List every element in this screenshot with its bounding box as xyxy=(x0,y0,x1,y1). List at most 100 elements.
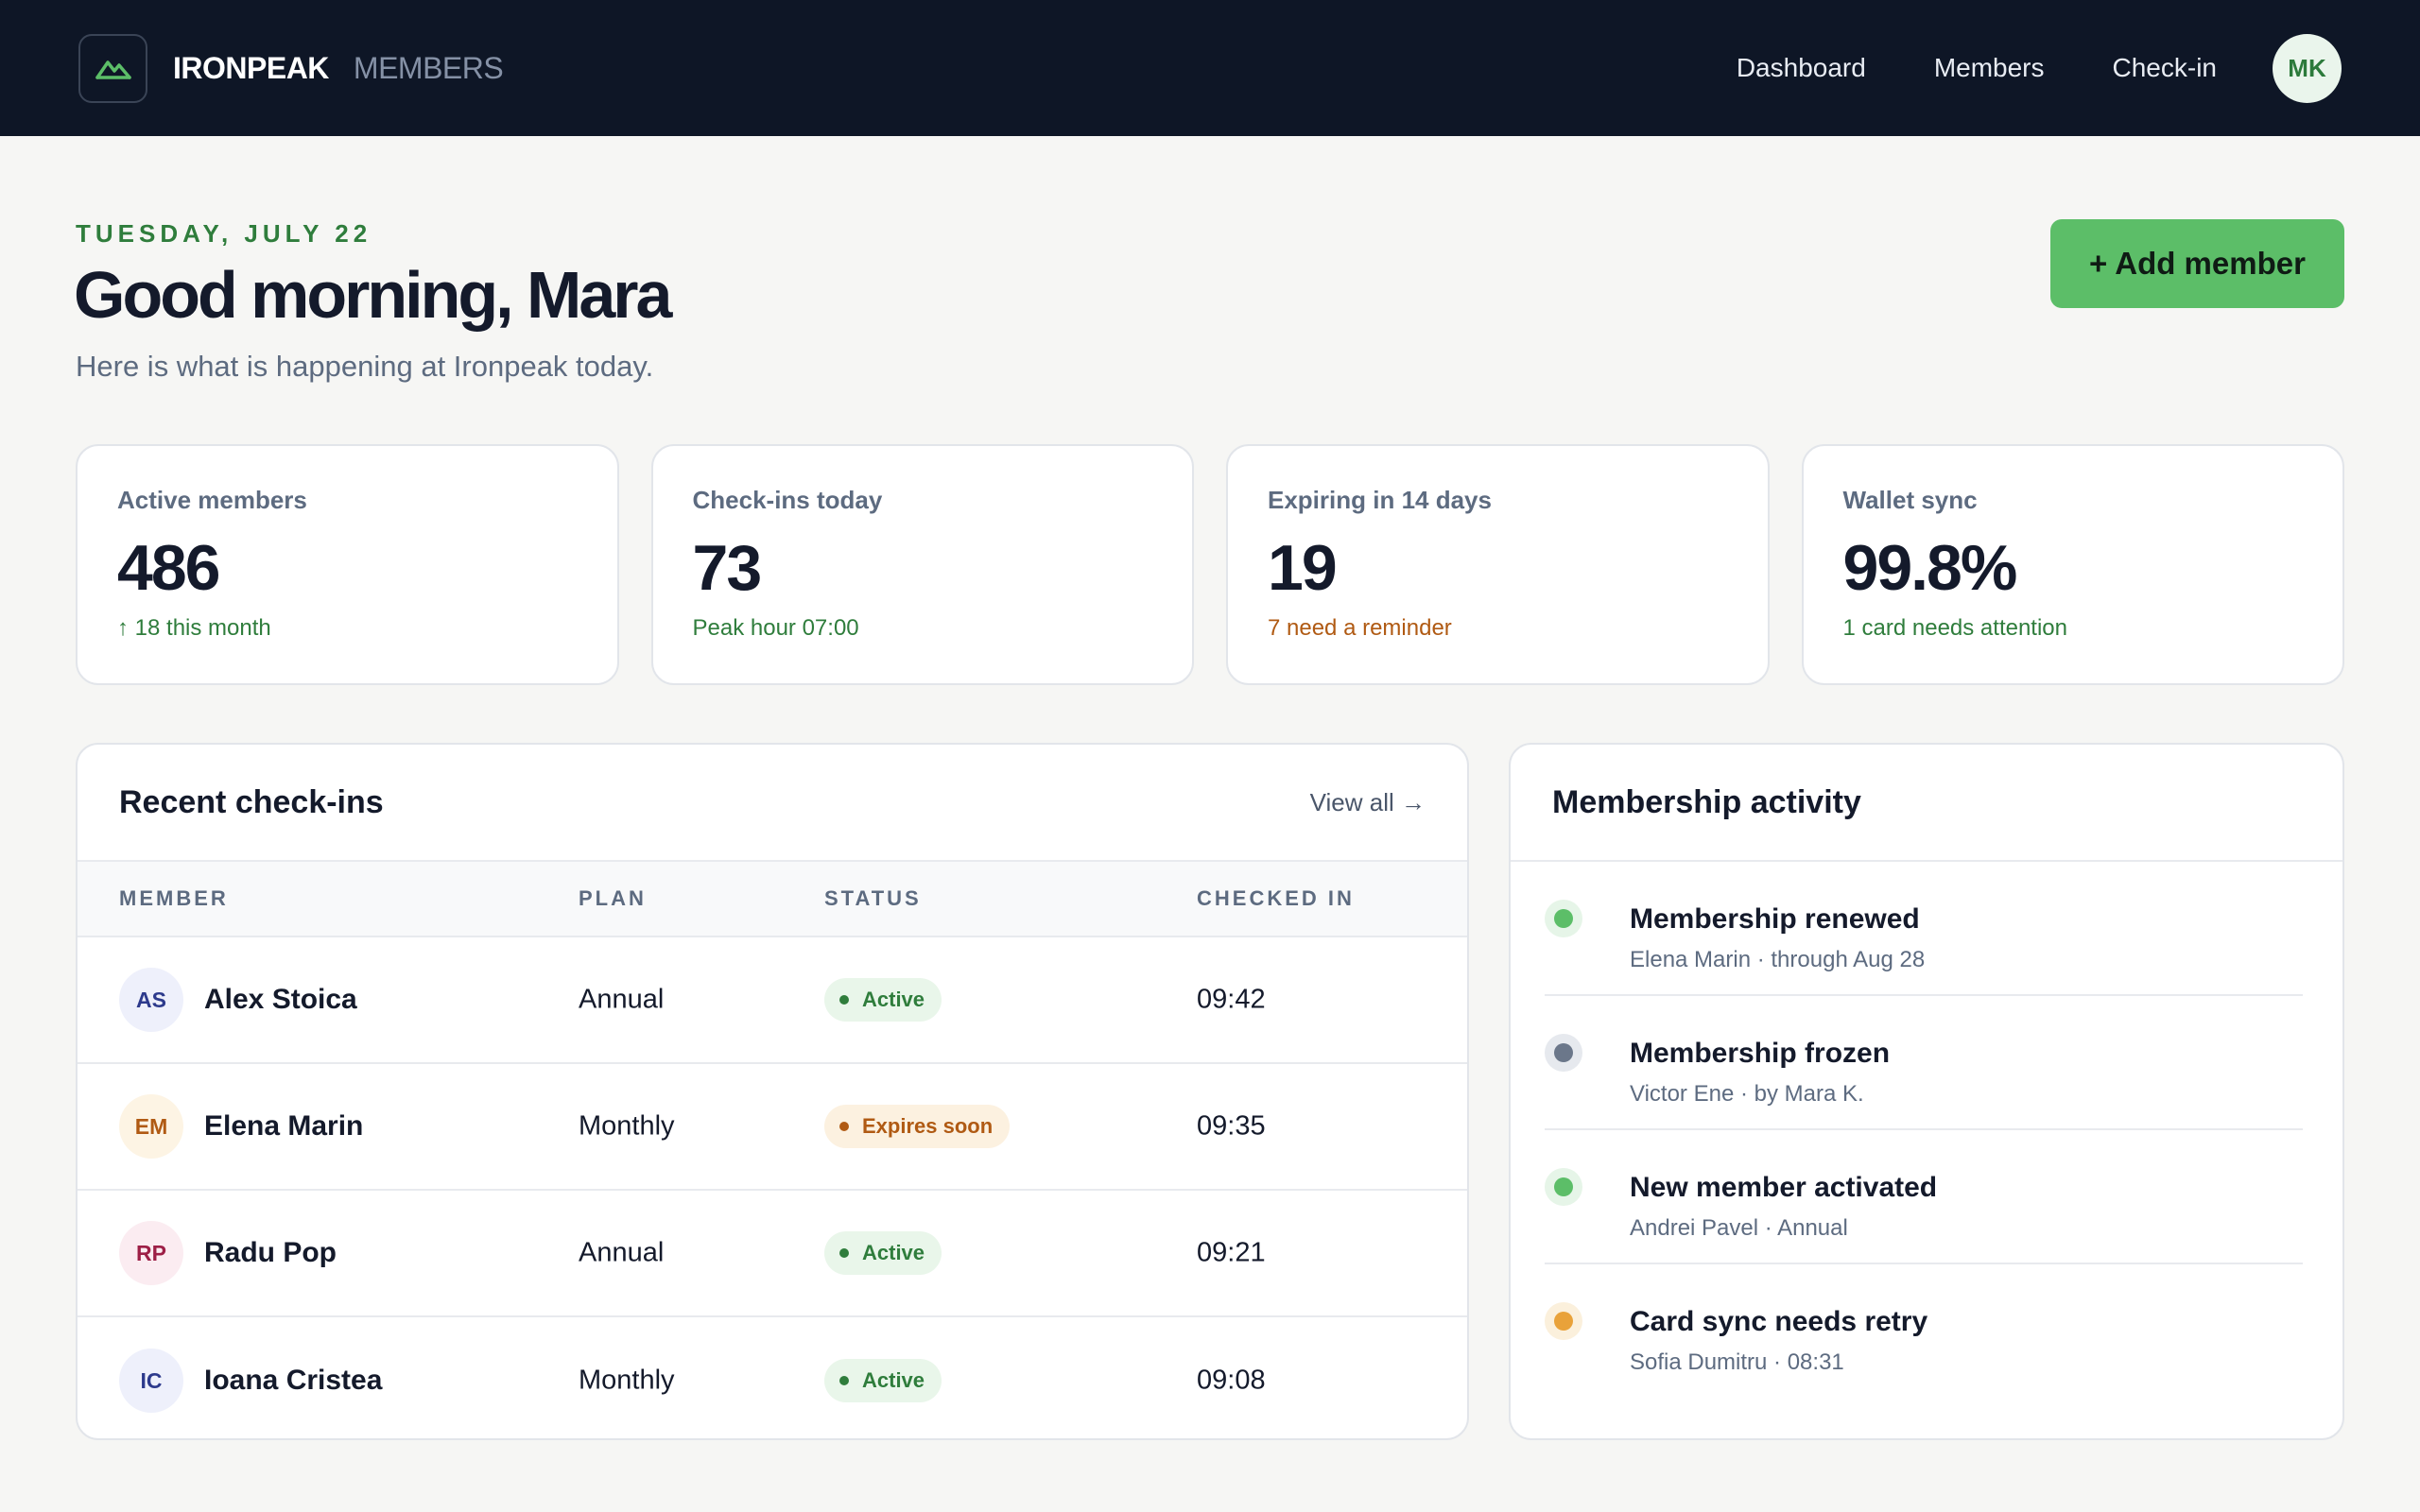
nav-item-check-in[interactable]: Check-in xyxy=(2113,53,2217,83)
avatar: EM xyxy=(119,1094,183,1159)
panel-title: Membership activity xyxy=(1552,783,1861,820)
stat-note: 7 need a reminder xyxy=(1268,615,1452,641)
nav-item-dashboard[interactable]: Dashboard xyxy=(1737,53,1866,83)
page-title: Good morning, Mara xyxy=(74,258,672,332)
logo[interactable] xyxy=(78,33,147,103)
stat-note: Peak hour 07:00 xyxy=(692,615,859,641)
page-subtitle: Here is what is happening at Ironpeak to… xyxy=(76,350,654,383)
panel-header: Recent check-ins View all → xyxy=(78,745,1467,862)
status-cell: Active xyxy=(824,978,942,1022)
brand-section: MEMBERS xyxy=(353,50,504,85)
checked-in-time: 09:21 xyxy=(1197,1237,1266,1268)
activity-list: Membership renewed Elena Marin · through… xyxy=(1511,862,2342,1399)
brand-name: IRONPEAK xyxy=(173,50,329,85)
activity-item[interactable]: Membership renewed Elena Marin · through… xyxy=(1545,862,2303,996)
stat-note: 1 card needs attention xyxy=(1842,615,2068,641)
activity-detail: Sofia Dumitru · 08:31 xyxy=(1630,1349,1844,1375)
status-badge: Active xyxy=(824,1359,942,1402)
stat-card-active-members: Active members 486 ↑ 18 this month xyxy=(76,444,619,685)
avatar: RP xyxy=(119,1221,183,1285)
member-cell: AS Alex Stoica xyxy=(119,968,357,1032)
activity-title: Membership renewed xyxy=(1630,903,1920,935)
activity-detail: Andrei Pavel · Annual xyxy=(1630,1215,1848,1241)
activity-detail: Victor Ene · by Mara K. xyxy=(1630,1081,1864,1107)
current-date: TUESDAY, JULY 22 xyxy=(76,219,372,248)
stat-value: 19 xyxy=(1268,532,1338,604)
activity-item[interactable]: Card sync needs retry Sofia Dumitru · 08… xyxy=(1545,1264,2303,1399)
activity-title: New member activated xyxy=(1630,1172,1938,1203)
status-cell: Active xyxy=(824,1359,942,1402)
member-name[interactable]: Alex Stoica xyxy=(204,984,357,1016)
stat-card-check-ins-today: Check-ins today 73 Peak hour 07:00 xyxy=(650,444,1194,685)
avatar: IC xyxy=(119,1349,183,1413)
status-badge: Expires soon xyxy=(824,1105,1011,1148)
plan-cell: Monthly xyxy=(579,1365,675,1396)
panel-title: Recent check-ins xyxy=(119,783,384,820)
membership-activity-panel: Membership activity Membership renewed E… xyxy=(1509,743,2344,1440)
plan-cell: Annual xyxy=(579,984,665,1015)
stat-label: Expiring in 14 days xyxy=(1268,486,1492,514)
column-header-checked-in[interactable]: CHECKED IN xyxy=(1197,886,1355,911)
status-dot-icon xyxy=(839,1376,849,1385)
table-row[interactable]: RP Radu Pop Annual Active 09:21 xyxy=(78,1191,1467,1317)
status-dot-icon xyxy=(839,995,849,1005)
activity-dot-icon xyxy=(1545,1168,1582,1206)
activity-title: Membership frozen xyxy=(1630,1038,1891,1069)
user-avatar[interactable]: MK xyxy=(2273,33,2342,103)
status-badge: Active xyxy=(824,978,942,1022)
status-cell: Active xyxy=(824,1231,942,1275)
stat-label: Wallet sync xyxy=(1842,486,1978,514)
status-cell: Expires soon xyxy=(824,1105,1011,1148)
column-header-status[interactable]: STATUS xyxy=(824,886,922,911)
activity-item[interactable]: Membership frozen Victor Ene · by Mara K… xyxy=(1545,996,2303,1130)
member-name[interactable]: Elena Marin xyxy=(204,1110,363,1143)
stat-value: 486 xyxy=(117,532,220,604)
member-cell: EM Elena Marin xyxy=(119,1094,363,1159)
stat-label: Active members xyxy=(117,486,307,514)
member-cell: RP Radu Pop xyxy=(119,1221,337,1285)
view-all-link[interactable]: View all → xyxy=(1310,788,1426,817)
stat-value: 99.8% xyxy=(1842,532,2018,604)
table-body: AS Alex Stoica Annual Active 09:42 EM El… xyxy=(78,937,1467,1438)
checked-in-time: 09:08 xyxy=(1197,1365,1266,1396)
activity-dot-icon xyxy=(1545,900,1582,937)
table-header: MEMBER PLAN STATUS CHECKED IN xyxy=(78,862,1467,937)
status-dot-icon xyxy=(839,1248,849,1258)
checked-in-time: 09:42 xyxy=(1197,984,1266,1015)
stat-card-expiring: Expiring in 14 days 19 7 need a reminder xyxy=(1226,444,1770,685)
member-name[interactable]: Ioana Cristea xyxy=(204,1365,382,1397)
stat-card-wallet-sync: Wallet sync 99.8% 1 card needs attention xyxy=(1801,444,2344,685)
status-label: Expires soon xyxy=(862,1114,994,1138)
avatar: AS xyxy=(119,968,183,1032)
status-label: Active xyxy=(862,1368,925,1392)
column-header-member[interactable]: MEMBER xyxy=(119,886,229,911)
status-label: Active xyxy=(862,988,925,1011)
main-nav: Dashboard Members Check-in MK xyxy=(1737,33,2342,103)
recent-checkins-panel: Recent check-ins View all → MEMBER PLAN … xyxy=(76,743,1469,1440)
plan-cell: Monthly xyxy=(579,1110,675,1142)
activity-item[interactable]: New member activated Andrei Pavel · Annu… xyxy=(1545,1130,2303,1264)
stat-label: Check-ins today xyxy=(692,486,883,514)
add-member-button[interactable]: + Add member xyxy=(2050,219,2344,308)
activity-title: Card sync needs retry xyxy=(1630,1306,1928,1337)
nav-item-members[interactable]: Members xyxy=(1934,53,2045,83)
stats-row: Active members 486 ↑ 18 this month Check… xyxy=(76,444,2344,685)
column-header-plan[interactable]: PLAN xyxy=(579,886,647,911)
table-row[interactable]: EM Elena Marin Monthly Expires soon 09:3… xyxy=(78,1064,1467,1191)
status-label: Active xyxy=(862,1241,925,1264)
stat-value: 73 xyxy=(692,532,763,604)
member-name[interactable]: Radu Pop xyxy=(204,1237,337,1269)
top-navigation-bar: IRONPEAK MEMBERS Dashboard Members Check… xyxy=(0,0,2420,136)
activity-dot-icon xyxy=(1545,1034,1582,1072)
stat-note: ↑ 18 this month xyxy=(117,615,271,641)
plan-cell: Annual xyxy=(579,1237,665,1268)
status-dot-icon xyxy=(839,1122,849,1131)
table-row[interactable]: IC Ioana Cristea Monthly Active 09:08 xyxy=(78,1317,1467,1438)
activity-dot-icon xyxy=(1545,1302,1582,1340)
activity-detail: Elena Marin · through Aug 28 xyxy=(1630,947,1926,972)
status-badge: Active xyxy=(824,1231,942,1275)
panel-header: Membership activity xyxy=(1511,745,2342,862)
table-row[interactable]: AS Alex Stoica Annual Active 09:42 xyxy=(78,937,1467,1064)
member-cell: IC Ioana Cristea xyxy=(119,1349,382,1413)
checked-in-time: 09:35 xyxy=(1197,1110,1266,1142)
